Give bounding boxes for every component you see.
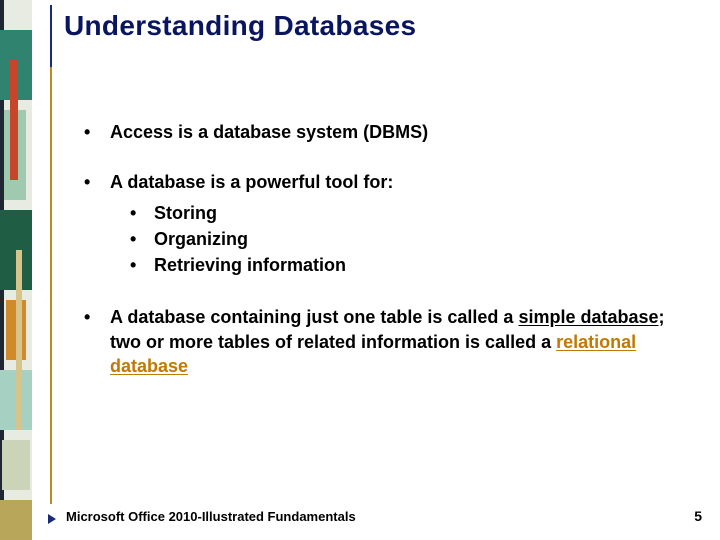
bullet-text: A database containing just one table is … — [110, 305, 670, 378]
sub-bullet-text: Storing — [154, 201, 217, 225]
bullet-item: • A database is a powerful tool for: • S… — [80, 170, 670, 279]
page-number: 5 — [694, 508, 702, 524]
bullet-text: Access is a database system (DBMS) — [110, 120, 670, 144]
bullet-marker: • — [130, 227, 154, 251]
footer-arrow-icon — [48, 514, 56, 524]
bullet-marker: • — [80, 170, 110, 279]
slide-title: Understanding Databases — [64, 10, 416, 42]
bullet-text: A database is a powerful tool for: • Sto… — [110, 170, 670, 279]
decorative-sidebar — [0, 0, 32, 540]
slide-content: Understanding Databases • Access is a da… — [50, 0, 700, 540]
bullet-marker: • — [80, 305, 110, 378]
bullet-marker: • — [130, 201, 154, 225]
sub-bullet-item: • Organizing — [110, 227, 670, 251]
sub-bullet-list: • Storing • Organizing • Retrieving info… — [110, 201, 670, 278]
bullet-item: • A database containing just one table i… — [80, 305, 670, 378]
bullet-item: • Access is a database system (DBMS) — [80, 120, 670, 144]
sub-bullet-item: • Retrieving information — [110, 253, 670, 277]
bullet-marker: • — [130, 253, 154, 277]
sub-bullet-item: • Storing — [110, 201, 670, 225]
term-simple-database: simple database — [518, 307, 658, 327]
body-text: • Access is a database system (DBMS) • A… — [80, 120, 670, 404]
bullet-marker: • — [80, 120, 110, 144]
footer-text: Microsoft Office 2010-Illustrated Fundam… — [66, 509, 356, 524]
sub-bullet-text: Organizing — [154, 227, 248, 251]
rule-vertical-top — [50, 5, 52, 67]
sub-bullet-text: Retrieving information — [154, 253, 346, 277]
rule-vertical-bottom — [50, 67, 52, 504]
